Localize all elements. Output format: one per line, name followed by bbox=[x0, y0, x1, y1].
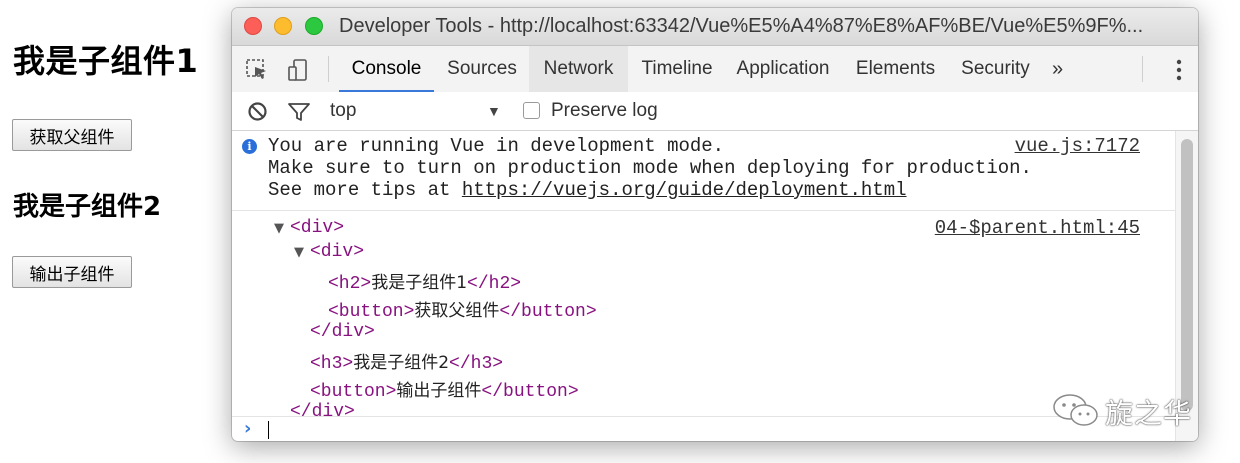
tab-console[interactable]: Console bbox=[339, 46, 434, 92]
title-bar[interactable]: Developer Tools - http://localhost:63342… bbox=[232, 8, 1198, 46]
tree-node-h3[interactable]: <h3>我是子组件2</h3> bbox=[310, 348, 503, 374]
wechat-icon bbox=[1053, 394, 1098, 426]
preserve-log-label: Preserve log bbox=[551, 100, 658, 121]
preserve-log-checkbox[interactable] bbox=[523, 102, 540, 119]
get-parent-button[interactable]: 获取父组件 bbox=[12, 119, 132, 151]
tree-node-div[interactable]: <div> bbox=[290, 218, 344, 238]
message-text: See more tips at bbox=[268, 179, 462, 201]
tab-application[interactable]: Application bbox=[728, 46, 838, 92]
console-filter-bar: top ▼ Preserve log bbox=[232, 92, 1198, 131]
inspect-element-icon[interactable] bbox=[245, 58, 269, 82]
watermark-text: 旋之华 bbox=[1105, 397, 1193, 430]
context-dropdown-icon[interactable]: ▼ bbox=[487, 103, 501, 119]
tab-security[interactable]: Security bbox=[953, 46, 1038, 92]
toolbar-divider bbox=[328, 56, 329, 82]
tab-timeline[interactable]: Timeline bbox=[632, 46, 722, 92]
prompt-chevron-icon: › bbox=[244, 418, 252, 439]
message-line: See more tips at https://vuejs.org/guide… bbox=[268, 179, 907, 201]
tab-network[interactable]: Network bbox=[529, 46, 628, 92]
minimize-window-button[interactable] bbox=[274, 17, 292, 35]
expand-arrow-icon[interactable]: ▼ bbox=[274, 221, 284, 236]
tree-node-button[interactable]: <button>输出子组件</button> bbox=[310, 376, 579, 402]
tree-node-button[interactable]: <button>获取父组件</button> bbox=[328, 296, 597, 322]
tree-node-div[interactable]: <div> bbox=[310, 242, 364, 262]
message-line: You are running Vue in development mode. bbox=[268, 135, 725, 157]
kebab-menu-icon[interactable] bbox=[1176, 59, 1182, 81]
text-caret bbox=[268, 421, 269, 439]
tab-sources[interactable]: Sources bbox=[438, 46, 526, 92]
info-icon: i bbox=[242, 139, 257, 154]
toolbar-divider bbox=[1142, 56, 1143, 82]
console-message-info: i You are running Vue in development mod… bbox=[232, 131, 1176, 211]
tree-node-h2[interactable]: <h2>我是子组件1</h2> bbox=[328, 268, 521, 294]
tab-elements[interactable]: Elements bbox=[849, 46, 942, 92]
console-message-log: 04-$parent.html:45 ▼ <div> ▼ <div> <h2>我… bbox=[232, 211, 1176, 426]
more-tabs-icon[interactable]: » bbox=[1052, 46, 1063, 92]
expand-arrow-icon[interactable]: ▼ bbox=[294, 245, 304, 260]
deployment-guide-link[interactable]: https://vuejs.org/guide/deployment.html bbox=[462, 179, 907, 201]
close-window-button[interactable] bbox=[244, 17, 262, 35]
clear-console-icon[interactable] bbox=[247, 101, 268, 122]
maximize-window-button[interactable] bbox=[305, 17, 323, 35]
device-mode-icon[interactable] bbox=[286, 58, 310, 82]
filter-icon[interactable] bbox=[287, 102, 311, 122]
window-title: Developer Tools - http://localhost:63342… bbox=[339, 15, 1144, 37]
scrollbar-thumb[interactable] bbox=[1181, 139, 1193, 411]
output-child-button[interactable]: 输出子组件 bbox=[12, 256, 132, 288]
page-heading-1: 我是子组件1 bbox=[13, 42, 199, 80]
message-line: Make sure to turn on production mode whe… bbox=[268, 157, 1032, 179]
console-output: i You are running Vue in development mod… bbox=[232, 131, 1176, 441]
devtools-window: Developer Tools - http://localhost:63342… bbox=[232, 8, 1198, 441]
page-heading-2: 我是子组件2 bbox=[13, 192, 162, 222]
context-selector[interactable]: top bbox=[330, 100, 356, 122]
source-link-parent-html[interactable]: 04-$parent.html:45 bbox=[935, 217, 1140, 239]
tree-node-div-close: </div> bbox=[310, 322, 375, 342]
tab-bar: Console Sources Network Timeline Applica… bbox=[232, 46, 1198, 93]
console-prompt[interactable]: › bbox=[232, 416, 1176, 441]
source-link-vue[interactable]: vue.js:7172 bbox=[1015, 135, 1140, 157]
